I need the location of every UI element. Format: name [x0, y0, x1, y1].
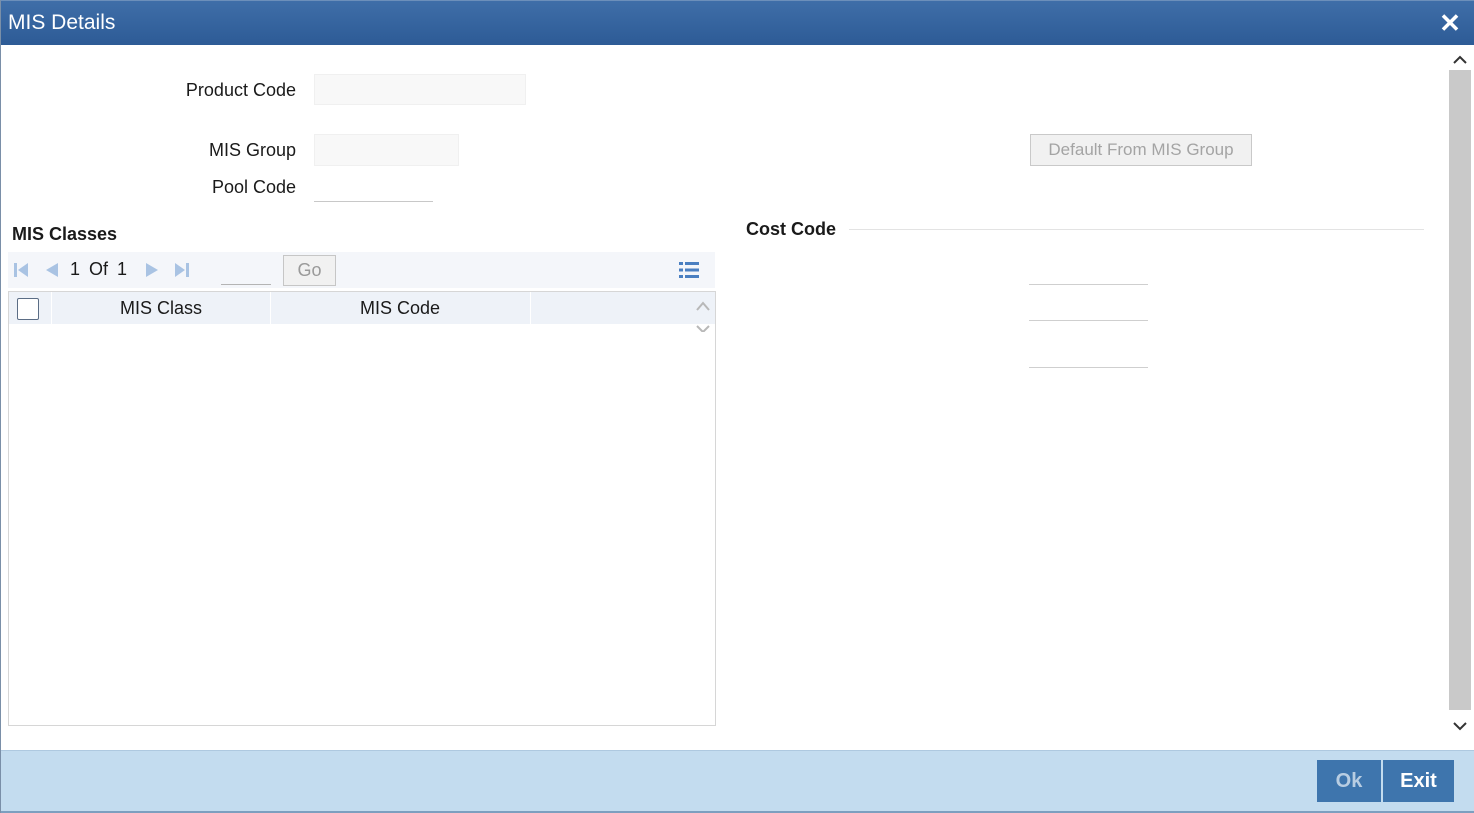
- pager-total: 1: [117, 259, 128, 279]
- first-page-icon[interactable]: [12, 261, 30, 279]
- page-number-input[interactable]: [221, 257, 271, 285]
- next-page-icon[interactable]: [144, 261, 162, 279]
- cost-code-field-2[interactable]: [1029, 320, 1148, 321]
- title-bar: MIS Details ✕: [1, 0, 1474, 45]
- column-header-mis-class[interactable]: MIS Class: [51, 298, 271, 319]
- product-code-label: Product Code: [185, 80, 296, 100]
- scroll-up-icon[interactable]: [1450, 50, 1470, 70]
- grid-header: MIS Class MIS Code: [9, 292, 715, 324]
- scrollbar-thumb[interactable]: [1449, 70, 1471, 710]
- mis-classes-title: MIS Classes: [12, 224, 118, 244]
- vertical-scrollbar[interactable]: [1447, 46, 1474, 740]
- cost-code-title: Cost Code: [746, 219, 836, 239]
- go-button[interactable]: Go: [283, 255, 336, 286]
- default-from-mis-group-button[interactable]: Default From MIS Group: [1030, 134, 1252, 166]
- product-code-field[interactable]: [314, 74, 526, 105]
- mis-classes-grid: MIS Class MIS Code: [8, 291, 716, 726]
- cost-code-divider: [849, 229, 1424, 230]
- grid-scrollbar[interactable]: [691, 292, 715, 332]
- pager-of-label: Of: [89, 259, 109, 279]
- exit-button[interactable]: Exit: [1383, 760, 1454, 802]
- mis-details-window: MIS Details ✕ Product Code MIS Group Poo…: [0, 0, 1474, 813]
- list-view-icon[interactable]: [678, 260, 700, 280]
- cost-code-field-3[interactable]: [1029, 367, 1148, 368]
- close-icon[interactable]: ✕: [1437, 9, 1463, 37]
- pool-code-field[interactable]: [314, 172, 433, 202]
- last-page-icon[interactable]: [173, 261, 191, 279]
- window-title: MIS Details: [8, 11, 116, 34]
- previous-page-icon[interactable]: [42, 261, 60, 279]
- select-all-checkbox[interactable]: [17, 298, 39, 320]
- cost-code-field-1[interactable]: [1029, 284, 1148, 285]
- pager-current: 1: [70, 259, 81, 279]
- ok-button[interactable]: Ok: [1317, 760, 1381, 802]
- scroll-down-icon[interactable]: [1450, 716, 1470, 736]
- mis-group-label: MIS Group: [208, 140, 296, 160]
- column-header-mis-code[interactable]: MIS Code: [270, 298, 530, 319]
- mis-classes-pager: 1 Of 1 Go: [8, 252, 715, 288]
- footer-bar: Ok Exit: [1, 750, 1474, 813]
- column-divider: [530, 292, 531, 324]
- mis-group-field[interactable]: [314, 134, 459, 166]
- pool-code-label: Pool Code: [211, 177, 296, 197]
